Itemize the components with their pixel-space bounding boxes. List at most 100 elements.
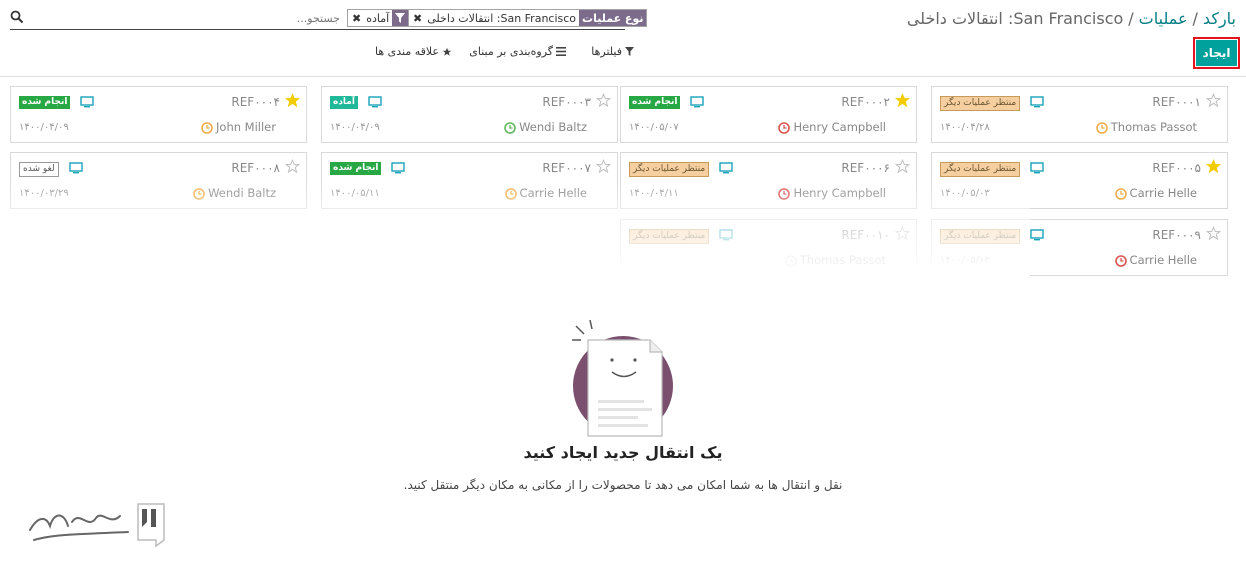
monitor-icon [80,96,94,108]
card-contact: Wendi Baltz [208,186,276,200]
status-badge: لغو شده [19,162,59,177]
clock-icon[interactable] [1115,188,1127,200]
breadcrumb-separator: / [1128,9,1134,28]
status-badge: آماده [330,96,358,109]
card-date: ۱۴۰۰/۰۴/۰۹ [19,122,69,133]
clock-icon[interactable] [778,188,790,200]
breadcrumb-barcode[interactable]: بارکد [1203,9,1236,28]
clock-icon[interactable] [505,188,517,200]
kanban-card[interactable]: REF۰۰۰۴ انجام شده John Miller ۱۴۰۰/۰۴/۰۹ [10,86,307,143]
card-contact: Thomas Passot [1110,120,1197,134]
watermark-logo [29,503,165,548]
card-reference: REF۰۰۰۶ [841,161,890,175]
card-reference: REF۰۰۰۹ [1152,228,1201,242]
clock-icon[interactable] [193,188,205,200]
card-contact: Henry Campbell [793,120,886,134]
card-date: ۱۴۰۰/۰۴/۰۹ [330,122,380,133]
monitor-icon [69,162,83,174]
status-badge: منتظر عملیات دیگر [629,229,710,244]
card-reference: REF۰۰۱۰ [841,228,890,242]
card-contact: Carrie Helle [519,186,587,200]
kanban-card[interactable]: REF۰۰۰۶ منتظر عملیات دیگر Henry Campbell ۱۴… [620,152,917,209]
star-icon[interactable] [285,93,300,108]
clock-icon[interactable] [504,122,516,134]
star-icon[interactable] [895,226,910,241]
create-button-label: ایجاد [1196,40,1237,66]
filters-dropdown[interactable]: فیلترها [591,45,634,58]
star-icon[interactable] [596,93,611,108]
page-title: San Francisco: انتقالات داخلی [906,9,1124,28]
favorites-dropdown[interactable]: علاقه مندی ها [375,45,452,58]
card-date: ۱۴۰۰/۰۴/۱۱ [629,188,679,199]
monitor-icon [391,162,405,174]
card-contact: John Miller [216,120,276,134]
card-reference: REF۰۰۰۷ [542,161,591,175]
kanban-card[interactable]: REF۰۰۱۰ منتظر عملیات دیگر Thomas Passot [620,219,917,276]
card-reference: REF۰۰۰۸ [231,161,280,175]
kanban-card[interactable]: REF۰۰۰۱ منتظر عملیات دیگر Thomas Passot ۱۴۰… [931,86,1228,143]
breadcrumb: بارکد/عملیات/San Francisco: انتقالات داخ… [907,9,1236,28]
remove-facet-icon[interactable]: ✖ [348,10,363,26]
status-badge: انجام شده [19,96,71,109]
facet-value: آماده [366,11,390,25]
list-icon [556,47,566,56]
status-badge: منتظر عملیات دیگر [940,96,1021,111]
card-contact: Carrie Helle [1129,253,1197,267]
star-icon[interactable] [1206,93,1221,108]
breadcrumb-separator: / [1192,9,1198,28]
facet-value: San Francisco: انتقالات داخلی [427,11,577,25]
kanban-card[interactable]: REF۰۰۰۵ منتظر عملیات دیگر Carrie Helle ۱۴۰۰… [931,152,1228,209]
monitor-icon [1030,96,1044,108]
card-contact: Carrie Helle [1129,186,1197,200]
card-date: ۱۴۰۰/۰۵/۰۷ [629,122,679,133]
kanban-card[interactable]: REF۰۰۰۳ آماده Wendi Baltz ۱۴۰۰/۰۴/۰۹ [321,86,618,143]
kanban-card[interactable]: REF۰۰۰۸ لغو شده Wendi Baltz ۱۴۰۰/۰۳/۲۹ [10,152,307,209]
favorites-label: علاقه مندی ها [374,45,439,58]
monitor-icon [690,96,704,108]
star-icon[interactable] [1206,159,1221,174]
status-badge: انجام شده [330,162,382,175]
filter-icon [625,47,634,56]
star-icon[interactable] [596,159,611,174]
search-icon[interactable] [10,10,24,24]
filters-label: فیلترها [591,45,622,58]
star-icon [442,47,452,56]
card-date: ۱۴۰۰/۰۵/۱۳ [940,255,990,266]
kanban-card[interactable]: REF۰۰۰۹ منتظر عملیات دیگر Carrie Helle ۱۴۰۰… [931,219,1228,276]
clock-icon[interactable] [785,255,797,267]
monitor-icon [719,229,733,241]
card-date: ۱۴۰۰/۰۴/۲۸ [940,122,990,133]
status-badge: انجام شده [629,96,681,109]
star-icon[interactable] [1206,226,1221,241]
card-date: ۱۴۰۰/۰۵/۱۱ [330,188,380,199]
clock-icon[interactable] [1096,122,1108,134]
clock-icon[interactable] [201,122,213,134]
card-contact: Wendi Baltz [519,120,587,134]
star-icon[interactable] [285,159,300,174]
search-facet-operation-type: ✖ San Francisco: انتقالات داخلی نوع عملی… [408,9,648,27]
filter-icon [392,10,409,26]
card-reference: REF۰۰۰۵ [1152,161,1201,175]
search-input[interactable] [180,10,340,26]
star-icon[interactable] [895,159,910,174]
status-badge: منتظر عملیات دیگر [940,162,1021,177]
star-icon[interactable] [895,93,910,108]
clock-icon[interactable] [778,122,790,134]
status-badge: منتظر عملیات دیگر [940,229,1021,244]
kanban-card[interactable]: REF۰۰۰۲ انجام شده Henry Campbell ۱۴۰۰/۰۵/۰۷ [620,86,917,143]
clock-icon[interactable] [1115,255,1127,267]
kanban-card[interactable]: REF۰۰۰۷ انجام شده Carrie Helle ۱۴۰۰/۰۵/۱۱ [321,152,618,209]
card-reference: REF۰۰۰۲ [841,95,890,109]
card-reference: REF۰۰۰۴ [231,95,280,109]
remove-facet-icon[interactable]: ✖ [409,10,424,26]
breadcrumb-operations[interactable]: عملیات [1139,9,1188,28]
monitor-icon [368,96,382,108]
card-date: ۱۴۰۰/۰۳/۲۹ [19,188,69,199]
create-button[interactable]: ایجاد [1193,37,1240,69]
empty-state-text: نقل و انتقال ها به شما امکان می دهد تا م… [403,478,843,492]
card-reference: REF۰۰۰۱ [1152,95,1201,109]
groupby-dropdown[interactable]: گروه‌بندی بر مبنای [469,45,566,58]
empty-document-illustration [572,319,673,437]
empty-state-title: یک انتقال جدید ایجاد کنید [523,443,723,462]
card-contact: Thomas Passot [799,253,886,267]
